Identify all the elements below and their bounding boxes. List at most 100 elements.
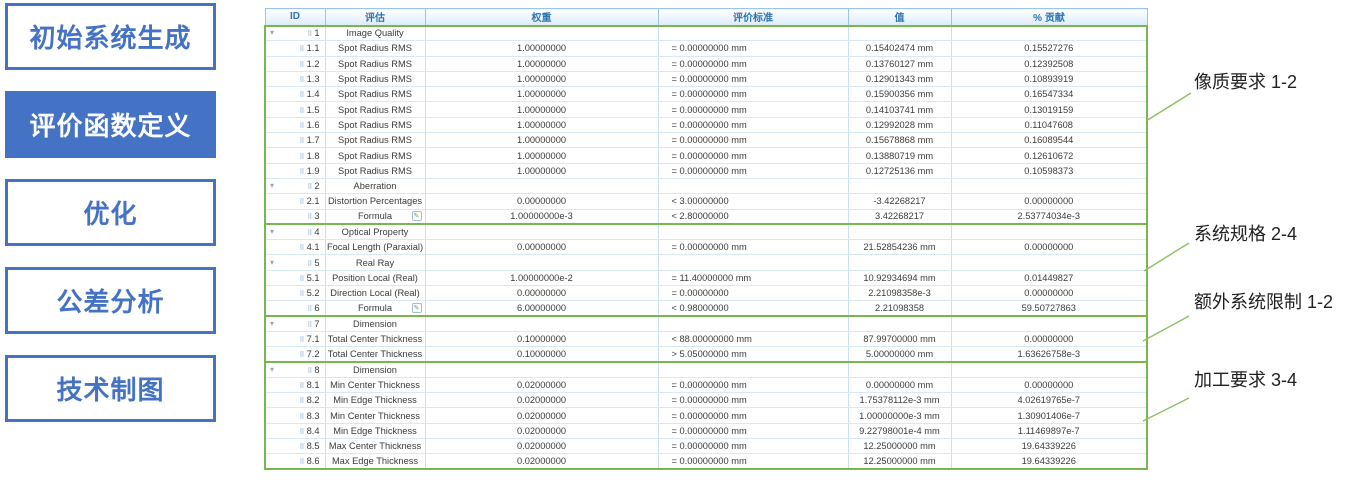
row-criteria[interactable]: < 3.00000000 (658, 194, 848, 209)
formula-edit-icon[interactable]: ✎ (412, 303, 422, 313)
row-weight[interactable]: 1.00000000 (425, 41, 658, 56)
row-value[interactable]: 5.00000000 mm (848, 347, 951, 362)
row-contribution[interactable]: 1.63626758e-3 (951, 347, 1147, 362)
row-contribution[interactable] (951, 316, 1147, 331)
collapse-arrow-icon[interactable]: ▾ (270, 228, 274, 236)
row-value[interactable]: 2.21098358 (848, 301, 951, 316)
row-weight[interactable]: 1.00000000 (425, 163, 658, 178)
row-criteria[interactable]: = 11.40000000 mm (658, 270, 848, 285)
table-row[interactable]: ⠿5.1 Position Local (Real) 1.00000000e-2… (265, 270, 1147, 285)
row-value[interactable]: -3.42268217 (848, 194, 951, 209)
row-weight[interactable]: 0.02000000 (425, 454, 658, 469)
row-weight[interactable]: 1.00000000 (425, 71, 658, 86)
table-row[interactable]: ▾⠿1 Image Quality (265, 26, 1147, 41)
drag-handle-icon[interactable]: ⠿ (299, 138, 303, 145)
table-row[interactable]: ▾⠿8 Dimension (265, 362, 1147, 377)
row-weight[interactable] (425, 26, 658, 41)
row-contribution[interactable] (951, 362, 1147, 377)
row-weight[interactable] (425, 178, 658, 193)
row-weight[interactable] (425, 255, 658, 270)
row-contribution[interactable]: 0.00000000 (951, 331, 1147, 346)
drag-handle-icon[interactable]: ⠿ (299, 352, 303, 359)
table-row[interactable]: ⠿8.5 Max Center Thickness 0.02000000 = 0… (265, 439, 1147, 454)
row-value[interactable]: 1.75378112e-3 mm (848, 393, 951, 408)
row-value[interactable]: 0.12901343 mm (848, 71, 951, 86)
drag-handle-icon[interactable]: ⠿ (299, 398, 303, 405)
drag-handle-icon[interactable]: ⠿ (299, 414, 303, 421)
row-weight[interactable]: 6.00000000 (425, 301, 658, 316)
sidebar-step-button[interactable]: 初始系统生成 (5, 3, 216, 70)
row-contribution[interactable]: 4.02619765e-7 (951, 393, 1147, 408)
table-row[interactable]: ⠿1.8 Spot Radius RMS 1.00000000 = 0.0000… (265, 148, 1147, 163)
sidebar-step-button[interactable]: 公差分析 (5, 267, 216, 334)
row-contribution[interactable]: 0.16089544 (951, 133, 1147, 148)
formula-edit-icon[interactable]: ✎ (412, 211, 422, 221)
table-row[interactable]: ▾⠿2 Aberration (265, 178, 1147, 193)
table-row[interactable]: ⠿1.9 Spot Radius RMS 1.00000000 = 0.0000… (265, 163, 1147, 178)
row-value[interactable] (848, 178, 951, 193)
table-row[interactable]: ⠿7.2 Total Center Thickness 0.10000000 >… (265, 347, 1147, 362)
drag-handle-icon[interactable]: ⠿ (299, 77, 303, 84)
row-criteria[interactable]: = 0.00000000 mm (658, 240, 848, 255)
table-row[interactable]: ⠿4.1 Focal Length (Paraxial) 0.00000000 … (265, 240, 1147, 255)
row-value[interactable]: 2.21098358e-3 (848, 286, 951, 301)
table-row[interactable]: ⠿8.2 Min Edge Thickness 0.02000000 = 0.0… (265, 393, 1147, 408)
row-weight[interactable] (425, 224, 658, 239)
row-contribution[interactable]: 0.00000000 (951, 377, 1147, 392)
row-criteria[interactable] (658, 362, 848, 377)
row-contribution[interactable]: 0.12392508 (951, 56, 1147, 71)
row-contribution[interactable]: 0.00000000 (951, 194, 1147, 209)
row-value[interactable]: 0.15402474 mm (848, 41, 951, 56)
table-row[interactable]: ⠿2.1 Distortion Percentages 0.00000000 <… (265, 194, 1147, 209)
row-value[interactable]: 0.13880719 mm (848, 148, 951, 163)
row-criteria[interactable]: = 0.00000000 mm (658, 423, 848, 438)
row-criteria[interactable]: = 0.00000000 mm (658, 454, 848, 469)
row-value[interactable]: 0.15678868 mm (848, 133, 951, 148)
drag-handle-icon[interactable]: ⠿ (299, 199, 303, 206)
drag-handle-icon[interactable]: ⠿ (299, 291, 303, 298)
row-contribution[interactable] (951, 255, 1147, 270)
drag-handle-icon[interactable]: ⠿ (299, 154, 303, 161)
row-criteria[interactable]: = 0.00000000 mm (658, 41, 848, 56)
row-criteria[interactable]: = 0.00000000 mm (658, 56, 848, 71)
row-weight[interactable] (425, 316, 658, 331)
table-row[interactable]: ⠿3 Formula ✎ 1.00000000e-3 < 2.80000000 … (265, 209, 1147, 224)
row-contribution[interactable]: 1.11469897e-7 (951, 423, 1147, 438)
row-value[interactable]: 0.12725136 mm (848, 163, 951, 178)
table-row[interactable]: ⠿1.7 Spot Radius RMS 1.00000000 = 0.0000… (265, 133, 1147, 148)
table-row[interactable]: ⠿8.6 Max Edge Thickness 0.02000000 = 0.0… (265, 454, 1147, 469)
row-criteria[interactable]: = 0.00000000 mm (658, 408, 848, 423)
table-row[interactable]: ⠿1.1 Spot Radius RMS 1.00000000 = 0.0000… (265, 41, 1147, 56)
drag-handle-icon[interactable]: ⠿ (307, 184, 311, 191)
row-weight[interactable]: 1.00000000 (425, 56, 658, 71)
drag-handle-icon[interactable]: ⠿ (299, 62, 303, 69)
row-contribution[interactable]: 0.10893919 (951, 71, 1147, 86)
table-row[interactable]: ⠿1.6 Spot Radius RMS 1.00000000 = 0.0000… (265, 117, 1147, 132)
row-criteria[interactable] (658, 178, 848, 193)
row-weight[interactable]: 0.02000000 (425, 393, 658, 408)
row-value[interactable]: 0.15900356 mm (848, 87, 951, 102)
drag-handle-icon[interactable]: ⠿ (307, 230, 311, 237)
row-contribution[interactable] (951, 224, 1147, 239)
drag-handle-icon[interactable]: ⠿ (307, 368, 311, 375)
table-row[interactable]: ⠿7.1 Total Center Thickness 0.10000000 <… (265, 331, 1147, 346)
table-row[interactable]: ⠿1.2 Spot Radius RMS 1.00000000 = 0.0000… (265, 56, 1147, 71)
row-contribution[interactable]: 0.15527276 (951, 41, 1147, 56)
row-weight[interactable]: 0.10000000 (425, 347, 658, 362)
row-value[interactable]: 12.25000000 mm (848, 439, 951, 454)
drag-handle-icon[interactable]: ⠿ (299, 429, 303, 436)
row-criteria[interactable] (658, 316, 848, 331)
row-contribution[interactable]: 0.10598373 (951, 163, 1147, 178)
row-weight[interactable]: 0.02000000 (425, 377, 658, 392)
column-header-criteria[interactable]: 评价标准 (658, 9, 848, 26)
drag-handle-icon[interactable]: ⠿ (307, 214, 311, 221)
column-header-evaluation[interactable]: 评估 (325, 9, 425, 26)
table-row[interactable]: ⠿6 Formula ✎ 6.00000000 < 0.98000000 2.2… (265, 301, 1147, 316)
row-contribution[interactable]: 19.64339226 (951, 439, 1147, 454)
table-row[interactable]: ⠿8.1 Min Center Thickness 0.02000000 = 0… (265, 377, 1147, 392)
row-value[interactable]: 0.13760127 mm (848, 56, 951, 71)
column-header-value[interactable]: 值 (848, 9, 951, 26)
column-header-contribution[interactable]: % 贡献 (951, 9, 1147, 26)
row-contribution[interactable]: 0.11047608 (951, 117, 1147, 132)
row-value[interactable]: 12.25000000 mm (848, 454, 951, 469)
